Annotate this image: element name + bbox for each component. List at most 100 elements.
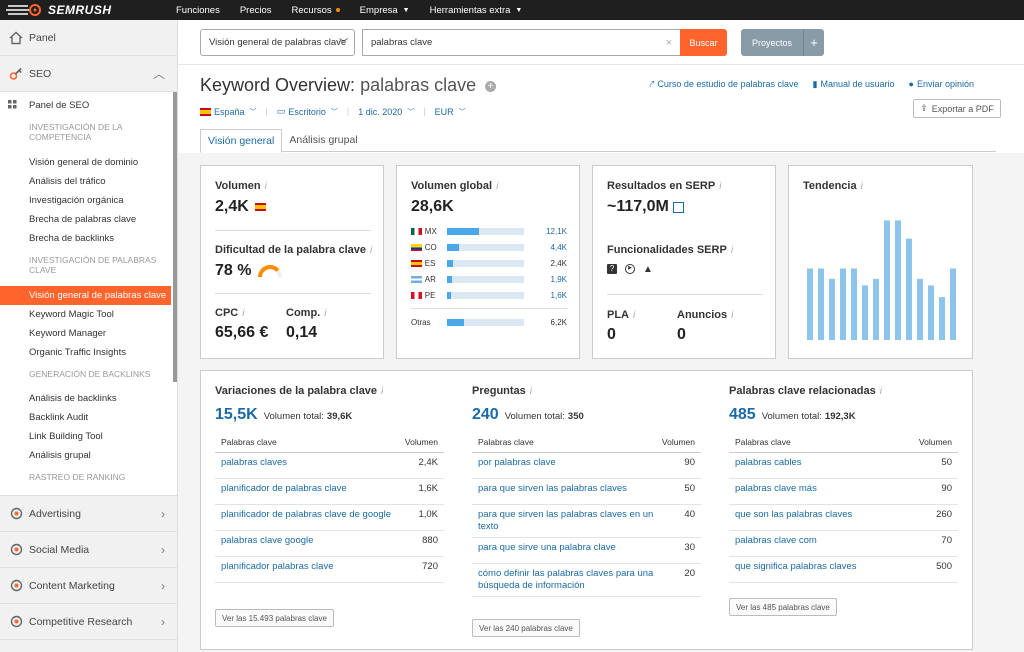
info-icon[interactable]: i [731, 245, 733, 256]
country-volume[interactable]: 12,1K [524, 227, 567, 236]
keyword-link[interactable]: que significa palabras claves [729, 556, 905, 583]
info-icon[interactable]: i [265, 181, 267, 192]
sidebar-item-seo-panel[interactable]: Panel de SEO [0, 96, 177, 115]
projects-button[interactable]: Proyectos + [741, 29, 824, 56]
column-header[interactable]: Volumen [904, 433, 958, 453]
tab-overview[interactable]: Visión general [200, 129, 283, 153]
column-header[interactable]: Volumen [661, 433, 701, 453]
topnav-item[interactable]: Funciones [176, 5, 220, 16]
variations-view-all-button[interactable]: Ver las 15.493 palabras clave [215, 609, 334, 627]
questions-count[interactable]: 240 [472, 406, 499, 424]
add-icon[interactable]: + [485, 80, 497, 92]
related-view-all-button[interactable]: Ver las 485 palabras clave [729, 598, 837, 616]
keyword-link[interactable]: para que sirven las palabras claves [472, 478, 662, 505]
country-row[interactable]: ES 2,4K [411, 255, 567, 271]
country-row[interactable]: AR 1,9K [411, 271, 567, 287]
info-icon[interactable]: i [530, 386, 532, 397]
sidebar-item[interactable]: Investigación orgánica [0, 191, 177, 210]
date-filter[interactable]: 1 dic. 2020 ﹀ [358, 106, 414, 117]
sidebar-item[interactable]: Link Building Tool [0, 427, 177, 446]
trend-bar[interactable] [818, 268, 824, 341]
export-pdf-button[interactable]: ⇪ Exportar a PDF [913, 99, 1001, 118]
sidebar-item[interactable]: Análisis de backlinks [0, 389, 177, 408]
trend-bar[interactable] [939, 297, 945, 340]
keyword-link[interactable]: planificador de palabras clave [215, 478, 403, 505]
serp-results-icon[interactable] [672, 201, 684, 213]
keyword-link[interactable]: palabras clave más [729, 478, 905, 505]
trend-bar[interactable] [807, 268, 813, 341]
search-input[interactable]: palabras clave × [362, 29, 680, 56]
trend-bar[interactable] [873, 278, 879, 340]
keyword-link[interactable]: para que sirve una palabra clave [472, 537, 662, 564]
sidebar-item[interactable]: Visión general de palabras clave [0, 286, 171, 305]
trend-bar[interactable] [917, 278, 923, 340]
country-row[interactable]: MX 12,1K [411, 223, 567, 239]
info-icon[interactable]: i [324, 308, 326, 319]
sidebar-item-content-marketing[interactable]: Content Marketing › [0, 568, 177, 604]
course-link[interactable]: ⤤ Curso de estudio de palabras clave [649, 79, 798, 90]
info-icon[interactable]: i [370, 245, 372, 256]
trend-bar[interactable] [829, 278, 835, 340]
plus-icon[interactable]: + [803, 29, 824, 56]
topnav-item[interactable]: Empresa ▼ [360, 5, 410, 16]
trend-bar[interactable] [851, 268, 857, 341]
search-button[interactable]: Buscar [680, 29, 727, 56]
related-count[interactable]: 485 [729, 406, 756, 424]
feedback-link[interactable]: ● Enviar opinión [909, 79, 974, 90]
currency-filter[interactable]: EUR ﹀ [435, 106, 466, 117]
keyword-link[interactable]: palabras clave google [215, 530, 403, 557]
country-volume[interactable]: 1,6K [524, 291, 567, 300]
keyword-link[interactable]: cómo definir las palabras claves para un… [472, 563, 662, 597]
sidebar-item[interactable]: Brecha de backlinks [0, 229, 177, 248]
sidebar-item[interactable]: Brecha de palabras clave [0, 210, 177, 229]
column-header[interactable]: Palabras clave [472, 433, 662, 453]
column-header[interactable]: Palabras clave [729, 433, 905, 453]
semrush-logo[interactable]: SEMRUSH [6, 3, 166, 17]
sidebar-item-social-media[interactable]: Social Media › [0, 532, 177, 568]
questions-view-all-button[interactable]: Ver las 240 palabras clave [472, 619, 580, 637]
sidebar-item[interactable]: Keyword Magic Tool [0, 305, 177, 324]
sidebar-scrollbar[interactable] [173, 92, 177, 382]
variations-count[interactable]: 15,5K [215, 406, 258, 424]
clear-icon[interactable]: × [666, 37, 672, 49]
country-row[interactable]: PE 1,6K [411, 287, 567, 303]
keyword-link[interactable]: palabras claves [215, 452, 403, 479]
tab-group-analysis[interactable]: Análisis grupal [282, 129, 364, 151]
sidebar-item[interactable]: Organic Traffic Insights [0, 343, 177, 362]
device-filter[interactable]: ▭ Escritorio ﹀ [277, 106, 338, 117]
info-icon[interactable]: i [381, 386, 383, 397]
country-filter[interactable]: España ﹀ [200, 106, 257, 117]
info-icon[interactable]: i [880, 386, 882, 397]
sidebar-item-seo[interactable]: SEO ︿ [0, 56, 177, 92]
country-volume[interactable]: 4,4K [524, 243, 567, 252]
keyword-link[interactable]: planificador palabras clave [215, 556, 403, 583]
country-volume[interactable]: 1,9K [524, 275, 567, 284]
keyword-link[interactable]: por palabras clave [472, 452, 662, 479]
sidebar-item-panel[interactable]: Panel [0, 20, 177, 56]
sidebar-item[interactable]: Visión general de dominio [0, 153, 177, 172]
column-header[interactable]: Palabras clave [215, 433, 403, 453]
trend-bar[interactable] [928, 285, 934, 340]
topnav-item[interactable]: Recursos [292, 5, 340, 16]
trend-bar[interactable] [950, 268, 956, 341]
column-header[interactable]: Volumen [402, 433, 444, 453]
info-icon[interactable]: i [242, 308, 244, 319]
info-icon[interactable]: i [731, 310, 733, 321]
info-icon[interactable]: i [861, 181, 863, 192]
trend-bar[interactable] [862, 285, 868, 340]
country-row[interactable]: CO 4,4K [411, 239, 567, 255]
keyword-link[interactable]: planificador de palabras clave de google [215, 504, 403, 531]
info-icon[interactable]: i [496, 181, 498, 192]
trend-bar[interactable] [895, 220, 901, 340]
keyword-link[interactable]: que son las palabras claves [729, 504, 905, 531]
trend-bar[interactable] [884, 220, 890, 340]
info-icon[interactable]: i [633, 310, 635, 321]
topnav-item[interactable]: Precios [240, 5, 272, 16]
info-icon[interactable]: i [719, 181, 721, 192]
sidebar-item-advertising[interactable]: Advertising › [0, 496, 177, 532]
keyword-link[interactable]: palabras clave com [729, 530, 905, 557]
manual-link[interactable]: ▮ Manual de usuario [813, 79, 895, 90]
trend-bar[interactable] [840, 268, 846, 341]
sidebar-item[interactable]: Keyword Manager [0, 324, 177, 343]
sidebar-item[interactable]: Análisis del tráfico [0, 172, 177, 191]
